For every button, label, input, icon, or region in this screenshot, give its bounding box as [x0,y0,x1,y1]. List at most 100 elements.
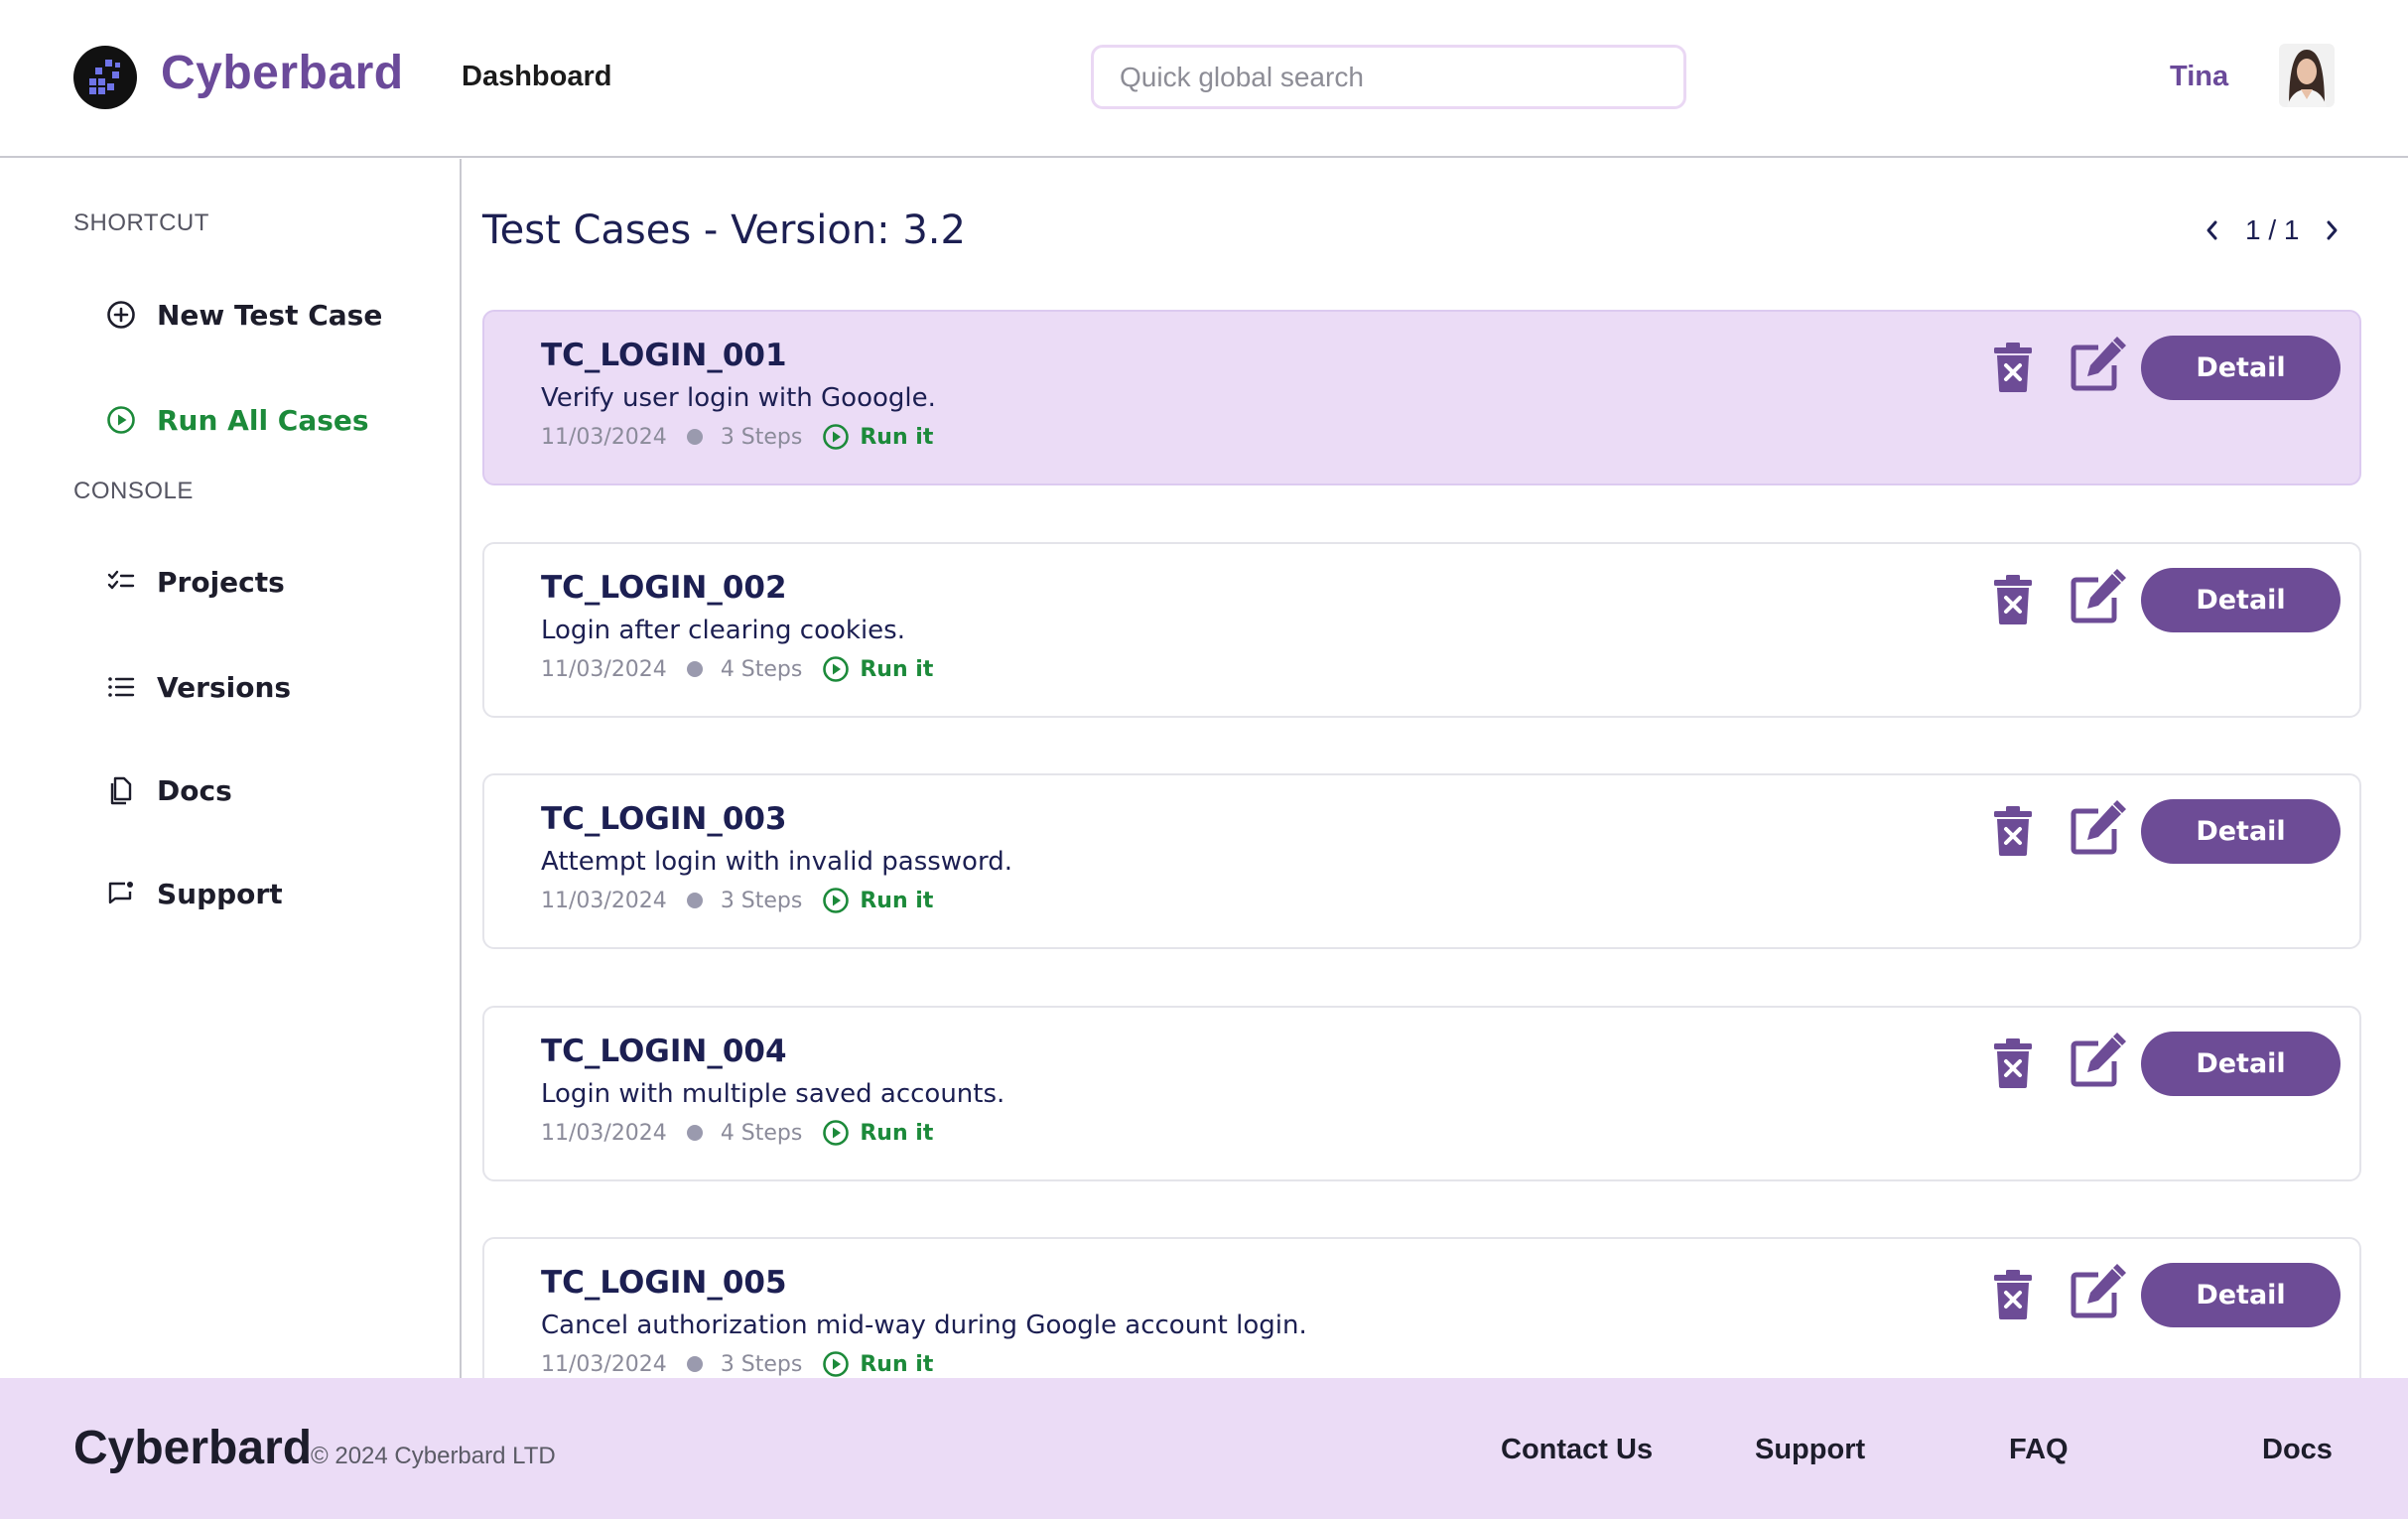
run-it-button[interactable]: Run it [822,1350,933,1378]
chat-notification-icon [103,876,139,911]
delete-icon[interactable] [1991,574,2035,625]
global-search-input[interactable] [1091,45,1686,109]
detail-button[interactable]: Detail [2141,1263,2341,1327]
test-case-steps: 4 Steps [720,656,803,682]
play-circle-icon [823,656,850,682]
shortcut-heading: SHORTCUT [73,209,209,236]
run-it-label: Run it [860,1351,934,1377]
pagination: 1 / 1 [2200,214,2344,246]
test-case-steps: 3 Steps [720,424,803,450]
plus-circle-icon [103,297,139,333]
test-case-meta: 11/03/2024 3 Steps Run it [541,887,933,914]
edit-icon[interactable] [2069,1032,2128,1089]
run-it-label: Run it [860,888,934,913]
sidebar-item-projects[interactable]: Projects [103,560,285,604]
test-case-id: TC_LOGIN_005 [541,1265,787,1301]
test-case-meta: 11/03/2024 4 Steps Run it [541,1119,933,1147]
test-case-id: TC_LOGIN_003 [541,801,787,837]
sidebar: SHORTCUT New Test Case Run All Cases CON… [0,159,462,1378]
footer: Cyberbard © 2024 Cyberbard LTD Contact U… [0,1378,2408,1519]
delete-icon[interactable] [1991,1037,2035,1089]
test-case-description: Login with multiple saved accounts. [541,1079,1005,1109]
run-it-label: Run it [860,656,934,682]
separator-dot [686,1125,703,1141]
run-it-button[interactable]: Run it [822,887,933,914]
test-case-card[interactable]: TC_LOGIN_003 Attempt login with invalid … [482,773,2361,949]
run-it-button[interactable]: Run it [822,655,933,683]
footer-link-support[interactable]: Support [1755,1434,1865,1466]
sidebar-item-support[interactable]: Support [103,872,283,915]
test-case-card[interactable]: TC_LOGIN_001 Verify user login with Gooo… [482,310,2361,485]
sidebar-item-label: Run All Cases [157,403,369,437]
test-case-id: TC_LOGIN_004 [541,1034,787,1069]
detail-button[interactable]: Detail [2141,568,2341,632]
sidebar-item-label: Docs [157,773,232,807]
top-header: Cyberbard Dashboard Tina [0,0,2408,158]
test-case-description: Verify user login with Gooogle. [541,383,936,413]
sidebar-item-run-all-cases[interactable]: Run All Cases [103,398,369,442]
test-case-steps: 4 Steps [720,1120,803,1146]
test-case-id: TC_LOGIN_001 [541,338,787,373]
chevron-left-icon[interactable] [2200,215,2223,245]
test-case-card[interactable]: TC_LOGIN_004 Login with multiple saved a… [482,1006,2361,1181]
separator-dot [686,429,703,445]
checklist-icon [103,564,139,600]
sidebar-item-label: New Test Case [157,298,383,332]
edit-icon[interactable] [2069,336,2128,393]
test-case-description: Cancel authorization mid-way during Goog… [541,1311,1307,1340]
page-indicator: 1 / 1 [2245,214,2300,245]
footer-link-faq[interactable]: FAQ [2009,1434,2069,1466]
chevron-right-icon[interactable] [2321,215,2344,245]
test-case-description: Attempt login with invalid password. [541,847,1012,877]
edit-icon[interactable] [2069,568,2128,625]
test-case-card[interactable]: TC_LOGIN_002 Login after clearing cookie… [482,542,2361,718]
sidebar-item-versions[interactable]: Versions [103,665,291,709]
edit-icon[interactable] [2069,1263,2128,1320]
delete-icon[interactable] [1991,805,2035,857]
footer-brand: Cyberbard [73,1422,313,1474]
detail-button[interactable]: Detail [2141,799,2341,864]
play-circle-icon [823,424,850,450]
test-case-description: Login after clearing cookies. [541,616,905,645]
console-heading: CONSOLE [73,478,194,504]
separator-dot [686,1356,703,1372]
test-case-meta: 11/03/2024 3 Steps Run it [541,423,933,451]
detail-button[interactable]: Detail [2141,1032,2341,1096]
documents-icon [103,772,139,808]
footer-link-docs[interactable]: Docs [2262,1434,2333,1466]
footer-link-contact-us[interactable]: Contact Us [1501,1434,1653,1466]
sidebar-item-label: Projects [157,565,285,599]
run-it-label: Run it [860,424,934,450]
sidebar-item-label: Versions [157,670,292,704]
sidebar-item-label: Support [157,877,283,910]
test-case-date: 11/03/2024 [541,1351,667,1377]
test-case-id: TC_LOGIN_002 [541,570,787,606]
footer-copyright: © 2024 Cyberbard LTD [311,1443,556,1469]
separator-dot [686,893,703,908]
sidebar-item-docs[interactable]: Docs [103,768,232,812]
test-case-date: 11/03/2024 [541,888,667,913]
run-it-label: Run it [860,1120,934,1146]
avatar[interactable] [2279,44,2335,107]
list-icon [103,669,139,705]
edit-icon[interactable] [2069,799,2128,857]
play-circle-icon [103,402,139,438]
cyberbard-logo-icon[interactable] [73,46,137,109]
user-name[interactable]: Tina [2170,61,2228,93]
test-case-meta: 11/03/2024 3 Steps Run it [541,1350,933,1378]
delete-icon[interactable] [1991,1269,2035,1320]
test-case-steps: 3 Steps [720,888,803,913]
test-case-steps: 3 Steps [720,1351,803,1377]
brand-name[interactable]: Cyberbard [161,46,404,100]
test-case-date: 11/03/2024 [541,424,667,450]
run-it-button[interactable]: Run it [822,1119,933,1147]
play-circle-icon [823,1120,850,1146]
delete-icon[interactable] [1991,342,2035,393]
sidebar-item-new-test-case[interactable]: New Test Case [103,293,382,337]
test-case-date: 11/03/2024 [541,1120,667,1146]
run-it-button[interactable]: Run it [822,423,933,451]
test-case-meta: 11/03/2024 4 Steps Run it [541,655,933,683]
nav-dashboard-link[interactable]: Dashboard [462,61,611,93]
detail-button[interactable]: Detail [2141,336,2341,400]
separator-dot [686,661,703,677]
